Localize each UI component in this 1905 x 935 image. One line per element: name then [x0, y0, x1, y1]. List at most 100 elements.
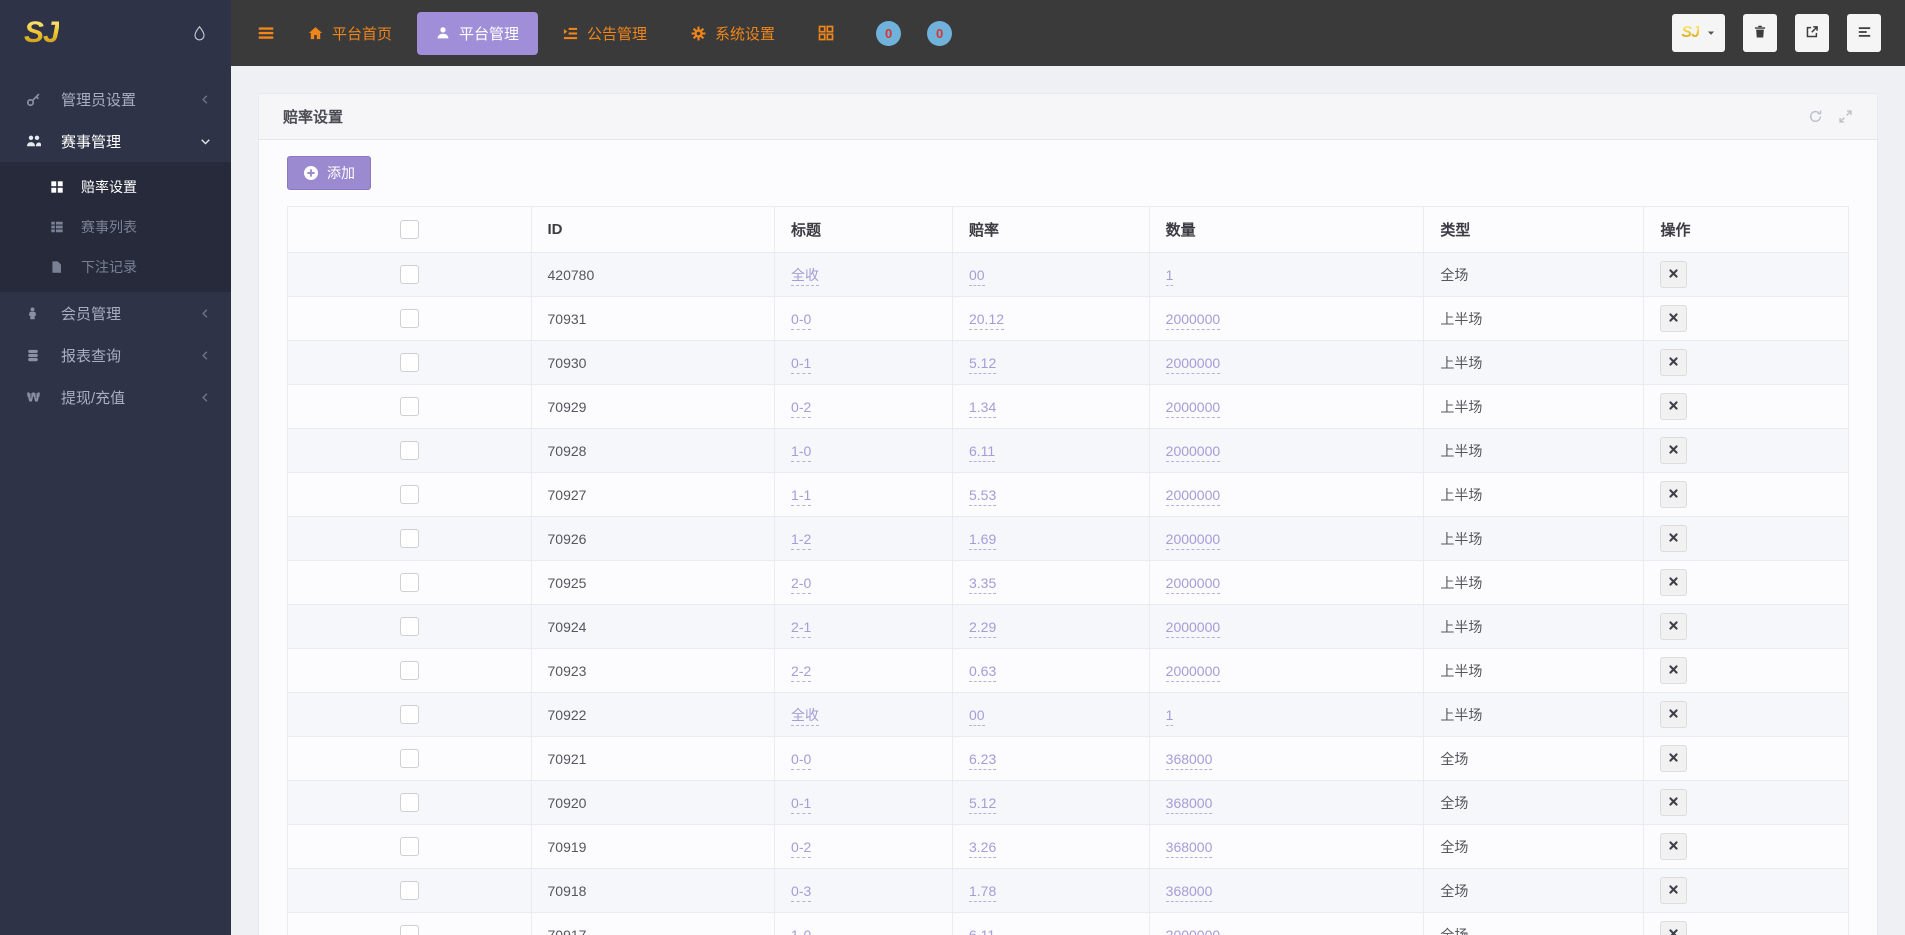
- nav-item-system-settings[interactable]: 系统设置: [672, 12, 794, 55]
- cell-title-link[interactable]: 全收: [791, 266, 820, 286]
- row-checkbox[interactable]: [399, 661, 419, 680]
- cell-quantity-link[interactable]: 368000: [1165, 794, 1213, 814]
- cell-title-link[interactable]: 全收: [791, 706, 820, 726]
- menu-toggle-button[interactable]: [257, 24, 275, 42]
- notification-badge-1[interactable]: 0: [876, 20, 902, 46]
- row-checkbox[interactable]: [399, 397, 419, 416]
- cell-title-link[interactable]: 0-1: [791, 794, 812, 814]
- row-checkbox[interactable]: [399, 793, 419, 812]
- cell-odds-link[interactable]: 6.23: [968, 750, 997, 770]
- cell-quantity-link[interactable]: 2000000: [1165, 486, 1221, 506]
- cell-title-link[interactable]: 2-0: [791, 574, 812, 594]
- cell-odds-link[interactable]: 2.29: [968, 618, 997, 638]
- row-checkbox[interactable]: [399, 353, 419, 372]
- cell-title-link[interactable]: 0-0: [791, 750, 812, 770]
- row-delete-button[interactable]: [1660, 613, 1688, 640]
- cell-odds-link[interactable]: 6.11: [968, 442, 996, 462]
- cell-title-link[interactable]: 1-0: [791, 442, 812, 462]
- cell-title-link[interactable]: 0-1: [791, 354, 812, 374]
- cell-title-link[interactable]: 0-2: [791, 838, 812, 858]
- row-checkbox[interactable]: [399, 529, 419, 548]
- nav-item-platform-home[interactable]: 平台首页: [289, 12, 411, 55]
- row-delete-button[interactable]: [1660, 877, 1688, 904]
- cell-odds-link[interactable]: 5.12: [968, 794, 997, 814]
- row-checkbox[interactable]: [399, 265, 419, 284]
- row-checkbox[interactable]: [399, 881, 419, 900]
- row-checkbox[interactable]: [399, 749, 419, 768]
- cell-quantity-link[interactable]: 2000000: [1165, 618, 1221, 638]
- notification-badge-2[interactable]: 0: [927, 20, 953, 46]
- row-checkbox[interactable]: [399, 573, 419, 592]
- cell-odds-link[interactable]: 00: [968, 706, 985, 726]
- sidebar-subitem-match-list[interactable]: 赛事列表: [0, 207, 231, 247]
- cell-quantity-link[interactable]: 2000000: [1165, 926, 1221, 935]
- cell-quantity-link[interactable]: 2000000: [1165, 574, 1221, 594]
- sidebar-item-member-manage[interactable]: 会员管理: [0, 292, 231, 334]
- row-delete-button[interactable]: [1660, 921, 1688, 935]
- trash-button[interactable]: [1743, 14, 1777, 52]
- cell-odds-link[interactable]: 3.35: [968, 574, 997, 594]
- cell-title-link[interactable]: 0-0: [791, 310, 812, 330]
- cell-quantity-link[interactable]: 2000000: [1165, 442, 1221, 462]
- layout-list-button[interactable]: [1847, 14, 1881, 52]
- cell-odds-link[interactable]: 00: [968, 266, 985, 286]
- cell-odds-link[interactable]: 1.78: [968, 882, 997, 902]
- row-checkbox[interactable]: [399, 441, 419, 460]
- droplet-icon[interactable]: [192, 25, 207, 42]
- row-delete-button[interactable]: [1660, 393, 1688, 420]
- cell-quantity-link[interactable]: 2000000: [1165, 530, 1221, 550]
- cell-quantity-link[interactable]: 2000000: [1165, 398, 1221, 418]
- sidebar-item-admin-settings[interactable]: 管理员设置: [0, 78, 231, 120]
- cell-quantity-link[interactable]: 2000000: [1165, 662, 1221, 682]
- row-checkbox[interactable]: [399, 925, 419, 935]
- sidebar-item-withdraw-deposit[interactable]: ₩ 提现/充值: [0, 376, 231, 418]
- row-delete-button[interactable]: [1660, 701, 1688, 728]
- row-delete-button[interactable]: [1660, 745, 1688, 772]
- row-checkbox[interactable]: [399, 485, 419, 504]
- sidebar-subitem-odds-settings[interactable]: 赔率设置: [0, 167, 231, 207]
- row-delete-button[interactable]: [1660, 657, 1688, 684]
- cell-odds-link[interactable]: 1.69: [968, 530, 997, 550]
- cell-odds-link[interactable]: 0.63: [968, 662, 997, 682]
- add-button[interactable]: 添加: [287, 156, 371, 190]
- row-delete-button[interactable]: [1660, 569, 1688, 596]
- row-delete-button[interactable]: [1660, 349, 1688, 376]
- cell-quantity-link[interactable]: 2000000: [1165, 354, 1221, 374]
- nav-item-announcement-manage[interactable]: 公告管理: [544, 12, 666, 55]
- cell-title-link[interactable]: 2-2: [791, 662, 812, 682]
- row-delete-button[interactable]: [1660, 437, 1688, 464]
- cell-quantity-link[interactable]: 1: [1165, 706, 1174, 726]
- row-checkbox[interactable]: [399, 705, 419, 724]
- row-delete-button[interactable]: [1660, 261, 1688, 288]
- row-delete-button[interactable]: [1660, 789, 1688, 816]
- cell-quantity-link[interactable]: 2000000: [1165, 310, 1221, 330]
- row-delete-button[interactable]: [1660, 481, 1688, 508]
- cell-title-link[interactable]: 2-1: [791, 618, 812, 638]
- nav-item-platform-manage[interactable]: 平台管理: [417, 11, 539, 55]
- cell-odds-link[interactable]: 1.34: [968, 398, 997, 418]
- expand-icon[interactable]: [1838, 109, 1853, 124]
- apps-grid-button[interactable]: [802, 15, 850, 51]
- sidebar-subitem-bet-records[interactable]: 下注记录: [0, 247, 231, 287]
- cell-title-link[interactable]: 0-2: [791, 398, 812, 418]
- cell-title-link[interactable]: 0-3: [791, 882, 812, 902]
- row-checkbox[interactable]: [399, 309, 419, 328]
- cell-title-link[interactable]: 1-1: [791, 486, 812, 506]
- select-all-checkbox[interactable]: [399, 220, 419, 239]
- cell-odds-link[interactable]: 5.53: [968, 486, 997, 506]
- cell-odds-link[interactable]: 3.26: [968, 838, 997, 858]
- sidebar-item-report-query[interactable]: 报表查询: [0, 334, 231, 376]
- row-checkbox[interactable]: [399, 617, 419, 636]
- cell-quantity-link[interactable]: 1: [1165, 266, 1174, 286]
- row-checkbox[interactable]: [399, 837, 419, 856]
- cell-quantity-link[interactable]: 368000: [1165, 882, 1213, 902]
- row-delete-button[interactable]: [1660, 525, 1688, 552]
- cell-title-link[interactable]: 1-0: [791, 926, 812, 935]
- refresh-icon[interactable]: [1808, 109, 1823, 124]
- cell-title-link[interactable]: 1-2: [791, 530, 812, 550]
- cell-odds-link[interactable]: 6.11: [968, 926, 996, 935]
- cell-quantity-link[interactable]: 368000: [1165, 750, 1213, 770]
- row-delete-button[interactable]: [1660, 305, 1688, 332]
- cell-odds-link[interactable]: 20.12: [968, 310, 1005, 330]
- user-menu-button[interactable]: SJ: [1672, 14, 1725, 52]
